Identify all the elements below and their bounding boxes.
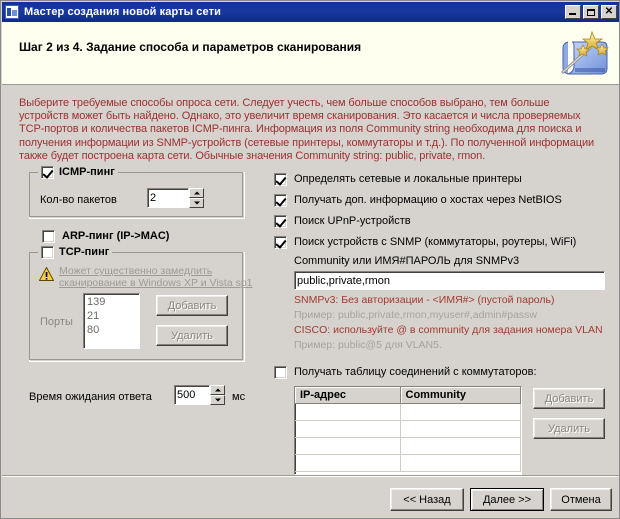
page-title: Шаг 2 из 4. Задание способа и параметров…: [19, 40, 362, 54]
description-line: устройств может быть найдено. Однако, эт…: [19, 110, 581, 123]
description-line: также будет построена карта сети. Обычны…: [19, 149, 486, 162]
add-switch-button[interactable]: Добавить: [533, 388, 605, 409]
title-bar: Мастер создания новой карты сети ✕: [2, 2, 619, 22]
add-port-button[interactable]: Добавить: [156, 295, 228, 316]
warning-triangle-icon: [38, 266, 55, 281]
description-line: получения информации из SNMP-устройств (…: [19, 136, 595, 149]
cisco-hint: CISCO: используйте @ в community для зад…: [294, 324, 603, 336]
maximize-button[interactable]: [583, 5, 599, 19]
icmp-ping-checkbox[interactable]: [41, 165, 54, 179]
ports-listbox[interactable]: 139 21 80: [83, 293, 140, 349]
close-button[interactable]: ✕: [601, 5, 617, 19]
wizard-footer: << Назад Далее >> Отмена: [2, 475, 619, 518]
list-item[interactable]: 80: [87, 323, 139, 337]
tcp-ping-checkbox[interactable]: [41, 245, 54, 259]
icmp-ping-legend[interactable]: ICMP-пинг: [38, 165, 118, 179]
column-header-community[interactable]: Community: [400, 387, 521, 404]
cell-community[interactable]: [400, 403, 521, 421]
upnp-search-row[interactable]: Поиск UPnP-устройств: [274, 215, 411, 228]
netbios-info-label: Получать доп. информацию о хостах через …: [294, 194, 562, 206]
window-controls: ✕: [565, 5, 618, 19]
cell-community[interactable]: [400, 420, 521, 438]
table-header-row: IP-адрес Community: [295, 387, 521, 404]
icmp-ping-group: ICMP-пинг Кол-во пакетов 2: [29, 165, 245, 219]
cell-community[interactable]: [400, 437, 521, 455]
next-button[interactable]: Далее >>: [470, 488, 544, 511]
switch-connections-table[interactable]: IP-адрес Community: [294, 386, 522, 475]
packets-count-stepper[interactable]: [189, 188, 204, 208]
arp-ping-label: ARP-пинг (IP->MAC): [62, 230, 170, 242]
table-row[interactable]: [295, 420, 521, 438]
tcp-warning-line-2[interactable]: сканирование в Windows XP и Vista sp1: [59, 277, 253, 289]
wizard-header: Шаг 2 из 4. Задание способа и параметров…: [2, 22, 619, 85]
wizard-wand-scroll-icon: [554, 28, 610, 80]
timeout-input[interactable]: 500: [174, 385, 210, 405]
stepper-up-icon[interactable]: [210, 385, 225, 395]
icmp-ping-label: ICMP-пинг: [59, 166, 115, 178]
close-icon: ✕: [604, 5, 614, 17]
cell-ip[interactable]: [295, 437, 401, 455]
description-text: Выберите требуемые способы опроса сети. …: [19, 97, 605, 163]
ports-label: Порты: [40, 316, 73, 328]
tcp-ping-label: TCP-пинг: [59, 246, 110, 258]
description-line: Выберите требуемые способы опроса сети. …: [19, 97, 550, 109]
table-row[interactable]: [295, 437, 521, 455]
tcp-warning-line-1[interactable]: Может существенно замедлить: [59, 265, 212, 277]
snmp-search-label: Поиск устройств с SNMP (коммутаторы, роу…: [294, 236, 577, 248]
upnp-search-label: Поиск UPnP-устройств: [294, 215, 411, 227]
snmp-search-checkbox[interactable]: [274, 236, 287, 249]
community-input[interactable]: public,private,rmon: [294, 271, 605, 290]
tcp-ping-group: TCP-пинг Может существенно замедлить ска…: [29, 245, 253, 362]
arp-ping-checkbox[interactable]: [42, 230, 55, 243]
timeout-label: Время ожидания ответа: [29, 391, 152, 403]
snmpv3-hint: SNMPv3: Без авторизации - <ИМЯ#> (пустой…: [294, 294, 555, 306]
detect-printers-checkbox[interactable]: [274, 173, 287, 186]
description-line: TCP-портов и количества пакетов ICMP-пин…: [19, 123, 582, 136]
minimize-button[interactable]: [565, 5, 581, 19]
table-row[interactable]: [295, 454, 521, 472]
list-item[interactable]: 139: [87, 295, 139, 309]
switch-table-checkbox[interactable]: [274, 366, 287, 379]
detect-printers-row[interactable]: Определять сетевые и локальные принтеры: [274, 173, 522, 186]
packets-count-input[interactable]: 2: [147, 188, 189, 208]
stepper-down-icon[interactable]: [210, 395, 225, 405]
table-row[interactable]: [295, 403, 521, 421]
timeout-stepper[interactable]: [210, 385, 225, 405]
packets-count-label: Кол-во пакетов: [40, 194, 117, 206]
community-label: Community или ИМЯ#ПАРОЛЬ для SNMPv3: [294, 255, 520, 267]
cell-ip[interactable]: [295, 420, 401, 438]
snmpv3-example-hint: Пример: public,private,rmon,myuser#,admi…: [294, 309, 537, 321]
timeout-units-label: мс: [232, 391, 246, 403]
cancel-button[interactable]: Отмена: [550, 488, 612, 511]
detect-printers-label: Определять сетевые и локальные принтеры: [294, 173, 522, 185]
switch-table-label: Получать таблицу соединений с коммутатор…: [294, 366, 537, 378]
column-header-ip[interactable]: IP-адрес: [295, 387, 401, 404]
upnp-search-checkbox[interactable]: [274, 215, 287, 228]
snmp-search-row[interactable]: Поиск устройств с SNMP (коммутаторы, роу…: [274, 236, 576, 249]
stepper-up-icon[interactable]: [189, 188, 204, 198]
remove-port-button[interactable]: Удалить: [156, 325, 228, 346]
network-map-icon: [5, 5, 19, 19]
wizard-body: Выберите требуемые способы опроса сети. …: [2, 85, 619, 475]
netbios-info-row[interactable]: Получать доп. информацию о хостах через …: [274, 194, 562, 207]
cell-ip[interactable]: [295, 454, 401, 472]
wizard-window: Мастер создания новой карты сети ✕ Шаг 2…: [0, 0, 620, 519]
stepper-down-icon[interactable]: [189, 198, 204, 208]
arp-ping-row[interactable]: ARP-пинг (IP->MAC): [42, 230, 169, 243]
list-item[interactable]: 21: [87, 309, 139, 323]
back-button[interactable]: << Назад: [390, 488, 464, 511]
cisco-example-hint: Пример: public@5 для VLAN5.: [294, 339, 442, 351]
remove-switch-button[interactable]: Удалить: [533, 418, 605, 439]
cell-community[interactable]: [400, 454, 521, 472]
tcp-ping-legend[interactable]: TCP-пинг: [38, 245, 113, 259]
netbios-info-checkbox[interactable]: [274, 194, 287, 207]
window-title: Мастер создания новой карты сети: [24, 6, 221, 18]
cell-ip[interactable]: [295, 403, 401, 421]
switch-table-row[interactable]: Получать таблицу соединений с коммутатор…: [274, 366, 537, 379]
